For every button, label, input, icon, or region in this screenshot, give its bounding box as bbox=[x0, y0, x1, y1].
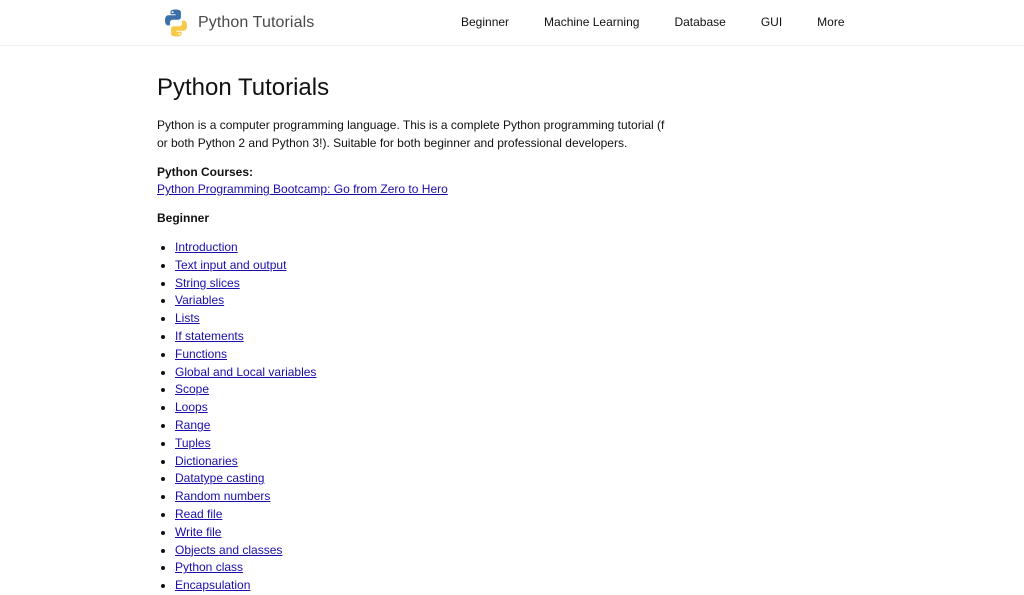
site-header: Python Tutorials Beginner Machine Learni… bbox=[0, 0, 1024, 46]
topic-link[interactable]: Datatype casting bbox=[175, 471, 264, 485]
list-item: Encapsulation bbox=[175, 577, 677, 595]
list-item: Loops bbox=[175, 399, 677, 417]
list-item: Variables bbox=[175, 292, 677, 310]
list-item: Read file bbox=[175, 506, 677, 524]
list-item: Range bbox=[175, 417, 677, 435]
topic-link[interactable]: Scope bbox=[175, 382, 209, 396]
topic-link[interactable]: Text input and output bbox=[175, 258, 286, 272]
list-item: Global and Local variables bbox=[175, 364, 677, 382]
list-item: Datatype casting bbox=[175, 470, 677, 488]
topic-link[interactable]: String slices bbox=[175, 276, 240, 290]
topic-link[interactable]: Variables bbox=[175, 293, 224, 307]
courses-heading: Python Courses: bbox=[157, 165, 254, 179]
main-nav: Beginner Machine Learning Database GUI M… bbox=[461, 15, 845, 29]
topic-link[interactable]: Global and Local variables bbox=[175, 365, 316, 379]
nav-gui[interactable]: GUI bbox=[761, 15, 782, 29]
nav-more[interactable]: More bbox=[817, 15, 844, 29]
list-item: Tuples bbox=[175, 435, 677, 453]
site-logo[interactable]: Python Tutorials bbox=[161, 8, 314, 38]
topic-link[interactable]: Read file bbox=[175, 507, 222, 521]
topic-link[interactable]: If statements bbox=[175, 329, 244, 343]
section-heading-beginner: Beginner bbox=[157, 211, 210, 225]
topic-link[interactable]: Range bbox=[175, 418, 210, 432]
logo-text: Python Tutorials bbox=[198, 14, 315, 31]
list-item: Scope bbox=[175, 381, 677, 399]
list-item: Objects and classes bbox=[175, 542, 677, 560]
list-item: String slices bbox=[175, 275, 677, 293]
list-item: Text input and output bbox=[175, 257, 677, 275]
list-item: Random numbers bbox=[175, 488, 677, 506]
nav-machine-learning[interactable]: Machine Learning bbox=[544, 15, 639, 29]
intro-text: Python is a computer programming languag… bbox=[157, 116, 672, 152]
topic-link[interactable]: Objects and classes bbox=[175, 543, 282, 557]
intro-line-2: or both Python 2 and Python 3!). Suitabl… bbox=[157, 136, 628, 150]
topic-link[interactable]: Random numbers bbox=[175, 489, 270, 503]
intro-line-1: Python is a computer programming languag… bbox=[157, 118, 665, 132]
list-item: Dictionaries bbox=[175, 453, 677, 471]
topic-link[interactable]: Tuples bbox=[175, 436, 211, 450]
list-item: If statements bbox=[175, 328, 677, 346]
main-content: Python Tutorials Python is a computer pr… bbox=[157, 72, 677, 595]
page-title: Python Tutorials bbox=[157, 74, 330, 101]
list-item: Lists bbox=[175, 310, 677, 328]
list-item: Functions bbox=[175, 346, 677, 364]
list-item: Introduction bbox=[175, 239, 677, 257]
topic-list: Introduction Text input and output Strin… bbox=[157, 239, 677, 595]
nav-database[interactable]: Database bbox=[674, 15, 725, 29]
topic-link[interactable]: Functions bbox=[175, 347, 227, 361]
list-item: Python class bbox=[175, 559, 677, 577]
topic-link[interactable]: Loops bbox=[175, 400, 208, 414]
list-item: Write file bbox=[175, 524, 677, 542]
courses-link[interactable]: Python Programming Bootcamp: Go from Zer… bbox=[157, 180, 677, 198]
topic-link[interactable]: Dictionaries bbox=[175, 454, 238, 468]
topic-link[interactable]: Lists bbox=[175, 311, 200, 325]
topic-link[interactable]: Introduction bbox=[175, 240, 238, 254]
topic-link[interactable]: Write file bbox=[175, 525, 221, 539]
topic-link[interactable]: Encapsulation bbox=[175, 578, 250, 592]
python-logo-icon bbox=[165, 9, 187, 37]
topic-link[interactable]: Python class bbox=[175, 560, 243, 574]
nav-beginner[interactable]: Beginner bbox=[461, 15, 509, 29]
